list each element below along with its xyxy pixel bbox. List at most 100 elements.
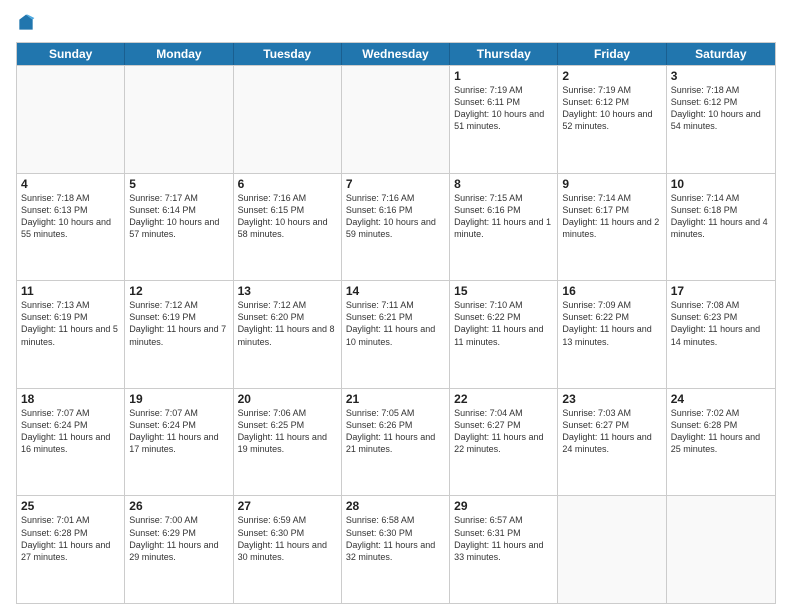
day-18: 18Sunrise: 7:07 AM Sunset: 6:24 PM Dayli… <box>17 389 125 496</box>
day-info-12: Sunrise: 7:12 AM Sunset: 6:19 PM Dayligh… <box>129 299 228 348</box>
day-info-1: Sunrise: 7:19 AM Sunset: 6:11 PM Dayligh… <box>454 84 553 133</box>
day-22: 22Sunrise: 7:04 AM Sunset: 6:27 PM Dayli… <box>450 389 558 496</box>
day-11: 11Sunrise: 7:13 AM Sunset: 6:19 PM Dayli… <box>17 281 125 388</box>
day-17: 17Sunrise: 7:08 AM Sunset: 6:23 PM Dayli… <box>667 281 775 388</box>
day-12: 12Sunrise: 7:12 AM Sunset: 6:19 PM Dayli… <box>125 281 233 388</box>
day-5: 5Sunrise: 7:17 AM Sunset: 6:14 PM Daylig… <box>125 174 233 281</box>
logo <box>16 12 38 34</box>
day-info-20: Sunrise: 7:06 AM Sunset: 6:25 PM Dayligh… <box>238 407 337 456</box>
week-row-1: 1Sunrise: 7:19 AM Sunset: 6:11 PM Daylig… <box>17 65 775 173</box>
logo-icon <box>16 13 36 33</box>
day-info-10: Sunrise: 7:14 AM Sunset: 6:18 PM Dayligh… <box>671 192 771 241</box>
day-number-3: 3 <box>671 69 771 83</box>
day-info-27: Sunrise: 6:59 AM Sunset: 6:30 PM Dayligh… <box>238 514 337 563</box>
header-wednesday: Wednesday <box>342 43 450 65</box>
day-info-29: Sunrise: 6:57 AM Sunset: 6:31 PM Dayligh… <box>454 514 553 563</box>
week-row-3: 11Sunrise: 7:13 AM Sunset: 6:19 PM Dayli… <box>17 280 775 388</box>
day-9: 9Sunrise: 7:14 AM Sunset: 6:17 PM Daylig… <box>558 174 666 281</box>
day-info-13: Sunrise: 7:12 AM Sunset: 6:20 PM Dayligh… <box>238 299 337 348</box>
day-20: 20Sunrise: 7:06 AM Sunset: 6:25 PM Dayli… <box>234 389 342 496</box>
day-14: 14Sunrise: 7:11 AM Sunset: 6:21 PM Dayli… <box>342 281 450 388</box>
header-friday: Friday <box>558 43 666 65</box>
day-info-21: Sunrise: 7:05 AM Sunset: 6:26 PM Dayligh… <box>346 407 445 456</box>
day-info-6: Sunrise: 7:16 AM Sunset: 6:15 PM Dayligh… <box>238 192 337 241</box>
week-row-4: 18Sunrise: 7:07 AM Sunset: 6:24 PM Dayli… <box>17 388 775 496</box>
day-number-9: 9 <box>562 177 661 191</box>
day-number-15: 15 <box>454 284 553 298</box>
header-monday: Monday <box>125 43 233 65</box>
day-28: 28Sunrise: 6:58 AM Sunset: 6:30 PM Dayli… <box>342 496 450 603</box>
header-thursday: Thursday <box>450 43 558 65</box>
day-number-29: 29 <box>454 499 553 513</box>
day-19: 19Sunrise: 7:07 AM Sunset: 6:24 PM Dayli… <box>125 389 233 496</box>
day-info-15: Sunrise: 7:10 AM Sunset: 6:22 PM Dayligh… <box>454 299 553 348</box>
day-number-6: 6 <box>238 177 337 191</box>
day-number-23: 23 <box>562 392 661 406</box>
day-number-2: 2 <box>562 69 661 83</box>
day-info-5: Sunrise: 7:17 AM Sunset: 6:14 PM Dayligh… <box>129 192 228 241</box>
day-number-26: 26 <box>129 499 228 513</box>
day-25: 25Sunrise: 7:01 AM Sunset: 6:28 PM Dayli… <box>17 496 125 603</box>
day-number-19: 19 <box>129 392 228 406</box>
day-number-21: 21 <box>346 392 445 406</box>
empty-cell-0-3 <box>342 66 450 173</box>
day-16: 16Sunrise: 7:09 AM Sunset: 6:22 PM Dayli… <box>558 281 666 388</box>
day-info-25: Sunrise: 7:01 AM Sunset: 6:28 PM Dayligh… <box>21 514 120 563</box>
day-info-4: Sunrise: 7:18 AM Sunset: 6:13 PM Dayligh… <box>21 192 120 241</box>
day-info-9: Sunrise: 7:14 AM Sunset: 6:17 PM Dayligh… <box>562 192 661 241</box>
day-26: 26Sunrise: 7:00 AM Sunset: 6:29 PM Dayli… <box>125 496 233 603</box>
day-info-24: Sunrise: 7:02 AM Sunset: 6:28 PM Dayligh… <box>671 407 771 456</box>
day-2: 2Sunrise: 7:19 AM Sunset: 6:12 PM Daylig… <box>558 66 666 173</box>
day-info-7: Sunrise: 7:16 AM Sunset: 6:16 PM Dayligh… <box>346 192 445 241</box>
day-27: 27Sunrise: 6:59 AM Sunset: 6:30 PM Dayli… <box>234 496 342 603</box>
header-tuesday: Tuesday <box>234 43 342 65</box>
day-15: 15Sunrise: 7:10 AM Sunset: 6:22 PM Dayli… <box>450 281 558 388</box>
day-21: 21Sunrise: 7:05 AM Sunset: 6:26 PM Dayli… <box>342 389 450 496</box>
day-number-25: 25 <box>21 499 120 513</box>
day-number-18: 18 <box>21 392 120 406</box>
day-number-22: 22 <box>454 392 553 406</box>
day-info-16: Sunrise: 7:09 AM Sunset: 6:22 PM Dayligh… <box>562 299 661 348</box>
day-number-8: 8 <box>454 177 553 191</box>
day-1: 1Sunrise: 7:19 AM Sunset: 6:11 PM Daylig… <box>450 66 558 173</box>
day-3: 3Sunrise: 7:18 AM Sunset: 6:12 PM Daylig… <box>667 66 775 173</box>
day-24: 24Sunrise: 7:02 AM Sunset: 6:28 PM Dayli… <box>667 389 775 496</box>
day-info-18: Sunrise: 7:07 AM Sunset: 6:24 PM Dayligh… <box>21 407 120 456</box>
day-number-28: 28 <box>346 499 445 513</box>
day-number-27: 27 <box>238 499 337 513</box>
day-info-2: Sunrise: 7:19 AM Sunset: 6:12 PM Dayligh… <box>562 84 661 133</box>
day-info-26: Sunrise: 7:00 AM Sunset: 6:29 PM Dayligh… <box>129 514 228 563</box>
day-number-12: 12 <box>129 284 228 298</box>
day-info-8: Sunrise: 7:15 AM Sunset: 6:16 PM Dayligh… <box>454 192 553 241</box>
day-23: 23Sunrise: 7:03 AM Sunset: 6:27 PM Dayli… <box>558 389 666 496</box>
day-info-22: Sunrise: 7:04 AM Sunset: 6:27 PM Dayligh… <box>454 407 553 456</box>
day-13: 13Sunrise: 7:12 AM Sunset: 6:20 PM Dayli… <box>234 281 342 388</box>
day-number-14: 14 <box>346 284 445 298</box>
day-info-28: Sunrise: 6:58 AM Sunset: 6:30 PM Dayligh… <box>346 514 445 563</box>
day-4: 4Sunrise: 7:18 AM Sunset: 6:13 PM Daylig… <box>17 174 125 281</box>
day-number-17: 17 <box>671 284 771 298</box>
day-number-5: 5 <box>129 177 228 191</box>
calendar: Sunday Monday Tuesday Wednesday Thursday… <box>16 42 776 604</box>
day-number-10: 10 <box>671 177 771 191</box>
day-number-7: 7 <box>346 177 445 191</box>
week-row-5: 25Sunrise: 7:01 AM Sunset: 6:28 PM Dayli… <box>17 495 775 603</box>
day-number-16: 16 <box>562 284 661 298</box>
day-6: 6Sunrise: 7:16 AM Sunset: 6:15 PM Daylig… <box>234 174 342 281</box>
calendar-body: 1Sunrise: 7:19 AM Sunset: 6:11 PM Daylig… <box>17 65 775 603</box>
header-sunday: Sunday <box>17 43 125 65</box>
day-info-11: Sunrise: 7:13 AM Sunset: 6:19 PM Dayligh… <box>21 299 120 348</box>
empty-cell-0-1 <box>125 66 233 173</box>
day-number-20: 20 <box>238 392 337 406</box>
day-info-23: Sunrise: 7:03 AM Sunset: 6:27 PM Dayligh… <box>562 407 661 456</box>
week-row-2: 4Sunrise: 7:18 AM Sunset: 6:13 PM Daylig… <box>17 173 775 281</box>
page-header <box>16 12 776 34</box>
day-number-1: 1 <box>454 69 553 83</box>
day-info-14: Sunrise: 7:11 AM Sunset: 6:21 PM Dayligh… <box>346 299 445 348</box>
day-10: 10Sunrise: 7:14 AM Sunset: 6:18 PM Dayli… <box>667 174 775 281</box>
day-number-24: 24 <box>671 392 771 406</box>
day-info-3: Sunrise: 7:18 AM Sunset: 6:12 PM Dayligh… <box>671 84 771 133</box>
header-saturday: Saturday <box>667 43 775 65</box>
calendar-header: Sunday Monday Tuesday Wednesday Thursday… <box>17 43 775 65</box>
day-number-4: 4 <box>21 177 120 191</box>
